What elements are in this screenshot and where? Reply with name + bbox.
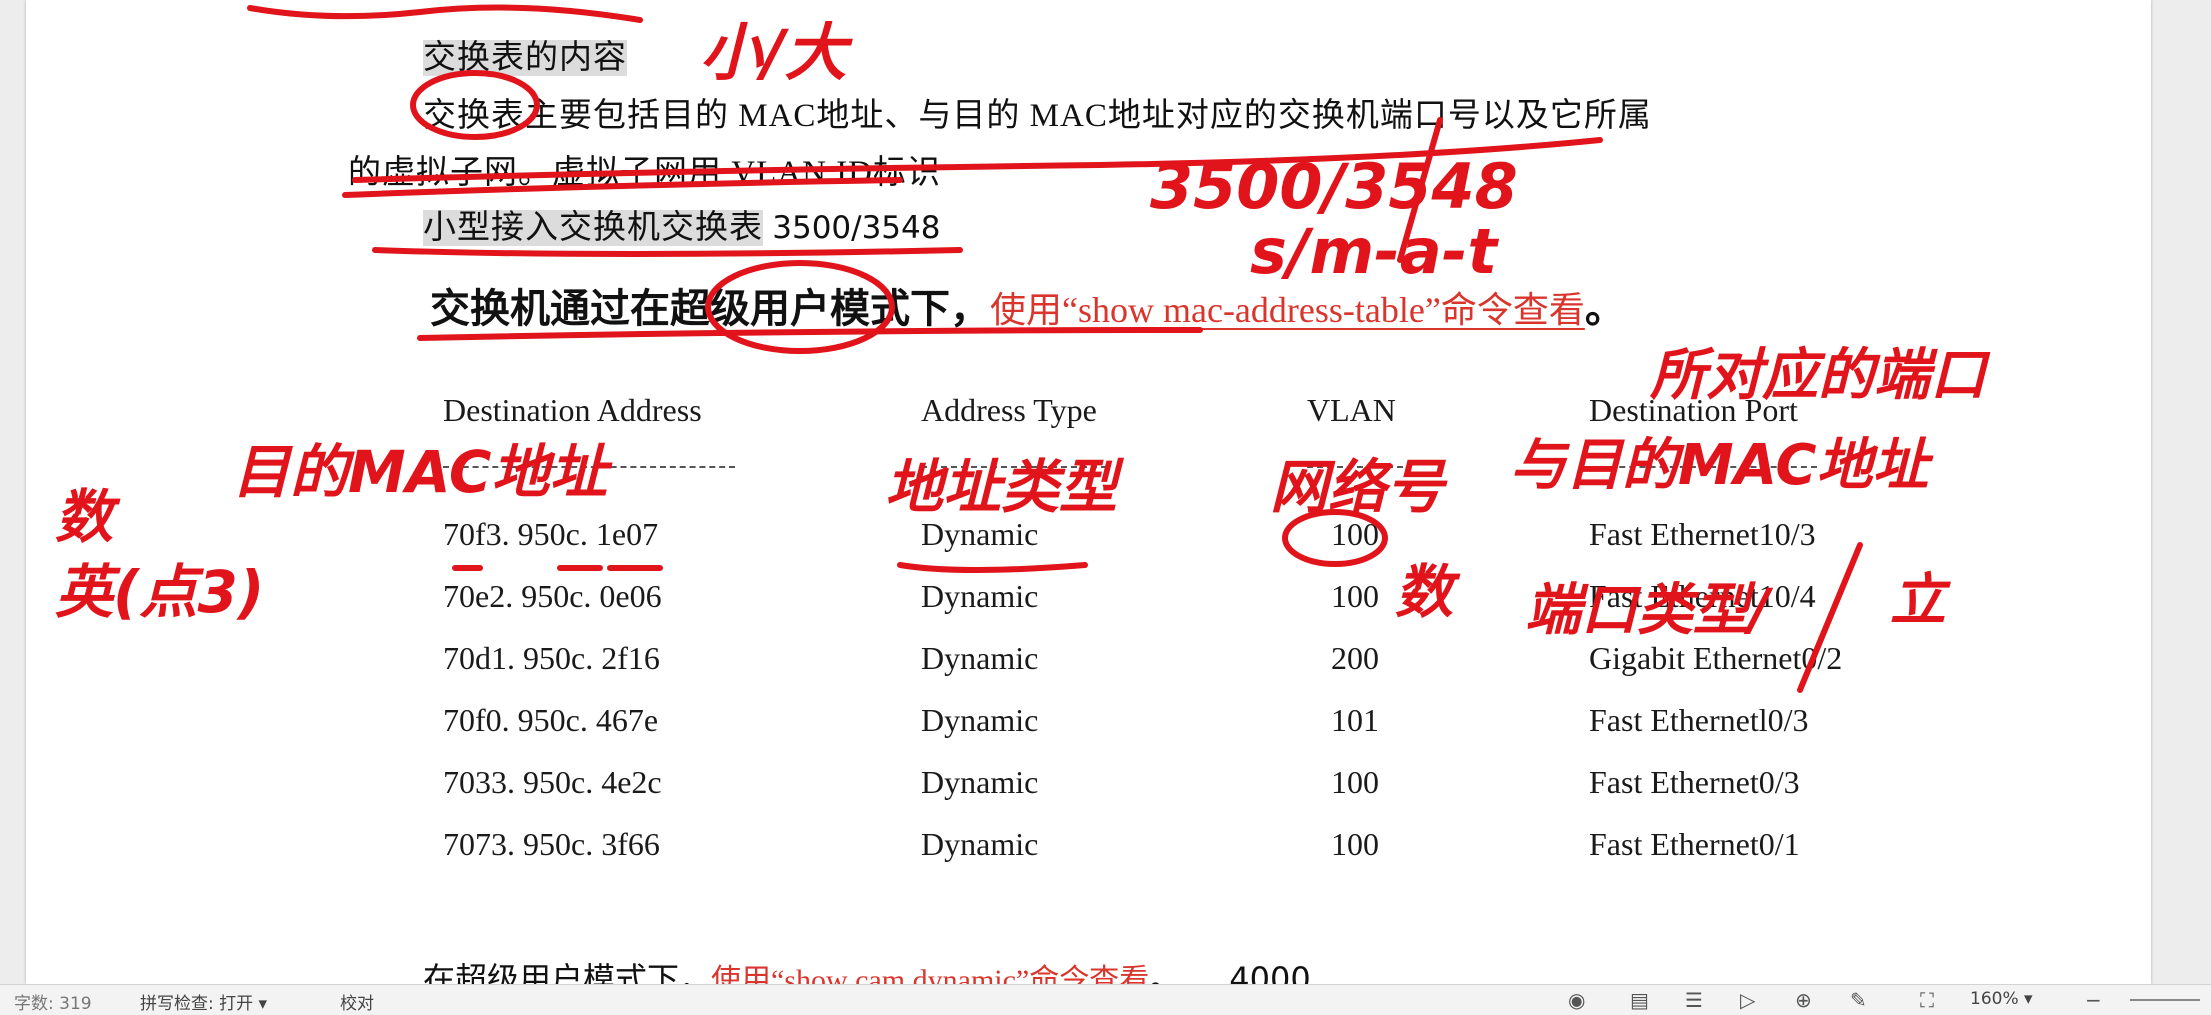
annotation-col4-top: 所对应的端口 [1650, 343, 1986, 408]
globe-icon[interactable]: ⊕ [1795, 988, 1812, 1012]
annotation-small-large: 小/大 [700, 16, 847, 89]
cell-address: 70e2. 950c. 0e06 [443, 578, 662, 614]
cell-type: Dynamic [921, 764, 1039, 800]
cell-address: 70f0. 950c. 467e [443, 702, 659, 738]
fit-page-icon[interactable]: ⛶ [1920, 988, 1934, 1012]
heading-highlight: 交换表的内容 [423, 40, 627, 76]
header-vlan: VLAN [1307, 392, 1396, 428]
zoom-out-icon[interactable]: − [2085, 988, 2102, 1012]
cell-address: 7033. 950c. 4e2c [443, 764, 662, 800]
small-switch-label: 小型接入交换机交换表 [423, 210, 763, 246]
paragraph-line-1: 交换表主要包括目的 MAC地址、与目的 MAC地址对应的交换机端口号以及它所属 [423, 98, 1652, 134]
play-icon[interactable]: ▷ [1740, 988, 1755, 1012]
bottom-suffix: 。 [1149, 961, 1182, 984]
cell-type: Dynamic [921, 702, 1039, 738]
bottom-value: 4000 [1229, 960, 1311, 984]
annotation-hex-2: 英(点3) [55, 558, 265, 626]
spell-check-toggle[interactable]: 拼写检查: 打开 ▾ [140, 989, 267, 1014]
page-view-icon[interactable]: ▤ [1630, 988, 1649, 1012]
annotation-hex: 数 [55, 483, 114, 551]
cell-address: 70f3. 950c. 1e07 [443, 516, 659, 552]
cell-type: Dynamic [921, 578, 1039, 614]
command-red: 使用“show mac-address-table”命令查看 [990, 290, 1585, 330]
spell-check-label: 拼写检查: 打开 [140, 994, 254, 1014]
cell-address: 7073. 950c. 3f66 [443, 826, 660, 862]
cell-vlan: 100 [1331, 764, 1379, 800]
table-row: 7033. 950c. 4e2c Dynamic 100 Fast Ethern… [443, 764, 1943, 826]
cell-vlan: 200 [1331, 640, 1379, 676]
eye-icon[interactable]: ◉ [1568, 988, 1585, 1012]
outline-view-icon[interactable]: ☰ [1685, 988, 1703, 1012]
cell-port: Fast Ethernet0/1 [1589, 826, 1800, 862]
zoom-value: 160% [1970, 989, 2019, 1009]
command-prefix: 交换机通过在超级用户模式下， [430, 286, 990, 332]
annotation-port: 端口类型/ [1525, 578, 1770, 643]
zoom-level[interactable]: 160% ▾ [1970, 989, 2033, 1009]
annotation-col1: 目的MAC地址 [232, 438, 608, 506]
header-address-type: Address Type [921, 392, 1097, 428]
annotation-col3-2: 数 [1395, 558, 1454, 626]
bottom-line: 在超级用户模式下，使用“show cam dynamic”命令查看。 4000 [423, 954, 1311, 984]
annotation-models: 3500/3548 [1150, 150, 1518, 223]
table-row: 7073. 950c. 3f66 Dynamic 100 Fast Ethern… [443, 826, 1943, 888]
annotation-col2: 地址类型 [885, 453, 1118, 521]
pen-icon[interactable]: ✎ [1850, 988, 1867, 1012]
cell-type: Dynamic [921, 640, 1039, 676]
paragraph-line-2: 的虚拟子网。虚拟子网用 VLAN ID标识 [348, 155, 941, 191]
cell-address: 70d1. 950c. 2f16 [443, 640, 660, 676]
proofread-button[interactable]: 校对 [340, 989, 374, 1014]
cell-vlan: 101 [1331, 702, 1379, 738]
cell-port: Fast Ethernet10/3 [1589, 516, 1816, 552]
table-row: 70d1. 950c. 2f16 Dynamic 200 Gigabit Eth… [443, 640, 1943, 702]
cell-port: Fast Ethernetl0/3 [1589, 702, 1809, 738]
cell-vlan: 100 [1331, 578, 1379, 614]
word-count[interactable]: 字数: 319 [14, 989, 92, 1014]
small-switch-value: 3500/3548 [772, 210, 941, 246]
chevron-down-icon: ▾ [258, 994, 268, 1014]
command-suffix: 。 [1584, 286, 1625, 332]
chevron-down-icon: ▾ [2024, 989, 2033, 1009]
annotation-cmd-abbrev: s/m-a-t [1250, 215, 1498, 288]
header-destination-address: Destination Address [443, 392, 702, 428]
cell-type: Dynamic [921, 826, 1039, 862]
bottom-prefix: 在超级用户模式下， [423, 961, 712, 984]
zoom-slider[interactable] [2130, 999, 2200, 1001]
annotation-col4: 与目的MAC地址 [1510, 433, 1929, 498]
cell-port: Fast Ethernet0/3 [1589, 764, 1800, 800]
cell-vlan: 100 [1331, 826, 1379, 862]
bottom-red: 使用“show cam dynamic”命令查看 [711, 964, 1150, 984]
small-switch-line: 小型接入交换机交换表 3500/3548 [423, 200, 940, 248]
status-bar: 字数: 319 拼写检查: 打开 ▾ 校对 ◉ ▤ ☰ ▷ ⊕ ✎ ⛶ 160%… [0, 984, 2211, 1015]
table-row: 70f0. 950c. 467e Dynamic 101 Fast Ethern… [443, 702, 1943, 764]
annotation-col3: 网络号 [1270, 453, 1445, 521]
annotation-port-2: 立 [1890, 568, 1946, 633]
heading-text: 交换表的内容 [423, 30, 627, 78]
